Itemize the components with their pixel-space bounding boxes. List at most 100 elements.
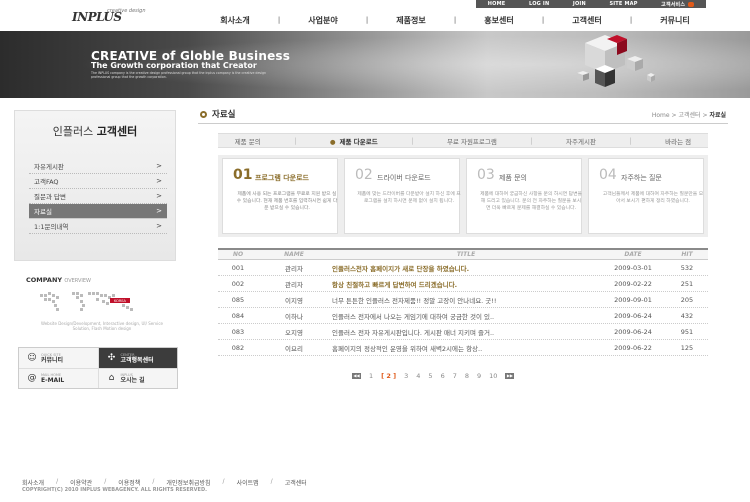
breadcrumb-home[interactable]: Home — [652, 112, 670, 119]
hero-banner: CREATIVE of Globle Business The Growth c… — [0, 31, 750, 98]
chevron-right-icon: > — [156, 162, 162, 170]
pagination: ◀◀ 1 [ 2 ] 3 4 5 6 7 8 9 10 ▶▶ — [352, 372, 515, 380]
quick-location-button[interactable]: ⌂ INPLUS 오시는 길 — [98, 368, 177, 388]
page-link[interactable]: 4 — [416, 372, 420, 380]
board-table: NO NAME TITLE DATE HIT 001 관리자 인플러스전자 홈페… — [218, 248, 708, 356]
gnb-separator: | — [541, 16, 545, 24]
card-product-inquiry[interactable]: 03 제품 문의 제품에 대하여 궁금하신 사항을 문의 하시면 답변을 해 드… — [466, 158, 582, 234]
download-cards: 01 프로그램 다운로드 제품에 사용 되는 프로그램을 무료로 지원 받으 실… — [218, 155, 708, 237]
lnb-item-free-board[interactable]: 자유게시판 > — [29, 159, 167, 174]
gnb-item-business[interactable]: 사업분야 — [293, 15, 353, 26]
svg-text:KOREA: KOREA — [114, 299, 127, 303]
tab-wishes[interactable]: 바라는 점 — [665, 136, 691, 146]
lnb-item-faq[interactable]: 고객FAQ > — [29, 174, 167, 189]
table-row[interactable]: 002 관리자 항상 친절하고 빠르게 답변하여 드리겠습니다. 2009-02… — [218, 276, 708, 292]
footer-link-company[interactable]: 회사소개 — [22, 478, 56, 487]
footer-link-sitemap[interactable]: 사이트맵 — [237, 478, 271, 487]
breadcrumb-current: 자료실 — [709, 112, 726, 119]
gnb-item-customer[interactable]: 고객센터 — [557, 15, 617, 26]
table-row[interactable]: 083 오지영 인플러스 전자 자유게시판입니다. 게시판 매너 지키며 즐거.… — [218, 324, 708, 340]
page-link[interactable]: 5 — [428, 372, 432, 380]
banner-subline: The Growth corporation that Creator — [91, 61, 257, 70]
join-link[interactable]: JOIN — [573, 1, 586, 7]
page-link[interactable]: 9 — [477, 372, 481, 380]
location-icon: ⌂ — [108, 373, 115, 384]
arrow-icon — [688, 1, 695, 7]
title-bullet-icon — [200, 110, 207, 118]
gnb-item-pr[interactable]: 홍보센터 — [469, 15, 529, 26]
gnb-item-company[interactable]: 회사소개 — [205, 15, 265, 26]
chevron-right-icon: > — [156, 207, 162, 215]
utility-bar: HOME LOG IN JOIN SITE MAP 고객서비스 — [476, 0, 706, 8]
next-page-icon[interactable]: ▶▶ — [505, 373, 515, 379]
gnb-separator: | — [453, 16, 457, 24]
card-program-download[interactable]: 01 프로그램 다운로드 제품에 사용 되는 프로그램을 무료로 지원 받으 실… — [222, 158, 338, 234]
company-overview: COMPANY OVERVIEW KOREA Website Design/De… — [26, 276, 176, 336]
banner-fine-print: The INPLUS company is the creative desig… — [91, 71, 266, 79]
divider — [198, 123, 728, 124]
footer-link-terms[interactable]: 이용약관 — [70, 478, 104, 487]
left-navigation: 인플러스 고객센터 자유게시판 > 고객FAQ > 질문과 답변 > 자료실 > 1:1… — [14, 110, 176, 261]
tab-product-inquiry[interactable]: 제품 문의 — [235, 136, 261, 146]
breadcrumb: Home > 고객센터 > 자료실 — [651, 112, 726, 119]
tab-board[interactable]: 자주게시판 — [566, 136, 596, 146]
table-row[interactable]: 084 이하나 인플러스 전자에서 나오는 게임기에 대하여 궁금한 것이 있.… — [218, 308, 708, 324]
quick-community-button[interactable]: ☺ QUICK SITE 커뮤니티 — [19, 348, 98, 368]
lnb-title: 인플러스 고객센터 — [52, 125, 138, 138]
copyright: COPYRIGHT(C) 2010 INPLUS WEBAGENCY. ALL … — [22, 487, 207, 493]
chevron-right-icon: > — [156, 192, 162, 200]
chevron-right-icon: > — [156, 177, 162, 185]
quick-center-button[interactable]: ✣ CENTER 고객행복센터 — [98, 348, 177, 368]
footer-link-policy[interactable]: 이용정책 — [118, 478, 152, 487]
email-icon: @ — [27, 373, 37, 384]
sub-tabs: 제품 문의 | 제품 다운로드 | 무료 자원프로그램 | 자주게시판 | 바라… — [218, 133, 708, 148]
page-link[interactable]: 10 — [489, 372, 497, 380]
tab-product-download[interactable]: 제품 다운로드 — [330, 136, 378, 146]
card-driver-download[interactable]: 02 드라이버 다운로드 제품에 맞는 드라이버를 다운받아 설치 하신 후에 … — [344, 158, 461, 234]
lnb-list: 자유게시판 > 고객FAQ > 질문과 답변 > 자료실 > 1:1문의내역 > — [29, 159, 167, 234]
gnb-separator: | — [365, 16, 369, 24]
main-navigation: 회사소개 | 사업분야 | 제품정보 | 홍보센터 | 고객센터 | 커뮤니티 — [205, 14, 725, 26]
table-row[interactable]: 082 이요리 홈페이지의 정상적인 운영을 위하여 새벽2시에는 항상.. 2… — [218, 340, 708, 356]
logo-brand: INPLUS — [72, 10, 122, 24]
quick-email-button[interactable]: @ MAIL HOME E-MAIL — [19, 368, 98, 388]
lnb-item-inquiry[interactable]: 1:1문의내역 > — [29, 219, 167, 234]
center-icon: ✣ — [107, 352, 116, 363]
community-icon: ☺ — [27, 352, 37, 363]
page-title: 자료실 — [200, 108, 235, 120]
breadcrumb-customer-center[interactable]: 고객센터 — [678, 112, 700, 119]
chevron-right-icon: > — [156, 222, 162, 230]
footer-links: 회사소개 / 이용약관 / 이용정책 / 개인정보취급방침 / 사이트맵 / 고객센터 — [22, 478, 319, 487]
card-faq[interactable]: 04 자주하는 질문 고객님들께서 제품에 대하여 자주하는 질문만을 모아서 … — [588, 158, 704, 234]
footer-link-privacy[interactable]: 개인정보취급방침 — [166, 478, 222, 487]
cubes-illustration — [577, 35, 655, 87]
company-fine-print: Website Design/Development, Interactive … — [41, 321, 163, 331]
page-link[interactable]: 1 — [369, 372, 373, 380]
table-row[interactable]: 001 관리자 인플러스전자 홈페이지가 새로 단장을 하였습니다. 2009-… — [218, 260, 708, 276]
page-link[interactable]: 3 — [404, 372, 408, 380]
sitemap-link[interactable]: SITE MAP — [609, 1, 637, 7]
world-map-icon: KOREA — [40, 292, 133, 311]
page-link[interactable]: 6 — [441, 372, 445, 380]
footer: 회사소개 / 이용약관 / 이용정책 / 개인정보취급방침 / 사이트맵 / 고객센터 C… — [0, 478, 750, 502]
gnb-item-community[interactable]: 커뮤니티 — [645, 15, 705, 26]
page-link[interactable]: 7 — [453, 372, 457, 380]
quick-menu: ☺ QUICK SITE 커뮤니티 ✣ CENTER 고객행복센터 @ MAIL H… — [18, 347, 178, 389]
lnb-item-qna[interactable]: 질문과 답변 > — [29, 189, 167, 204]
tab-free-programs[interactable]: 무료 자원프로그램 — [447, 136, 497, 146]
login-link[interactable]: LOG IN — [529, 1, 549, 7]
prev-page-icon[interactable]: ◀◀ — [352, 373, 361, 379]
table-row[interactable]: 085 이지영 너무 튼튼한 인플러스 전자제품!! 정말 고장이 안나네요. … — [218, 292, 708, 308]
company-overview-title: COMPANY OVERVIEW — [26, 276, 92, 284]
footer-link-customer[interactable]: 고객센터 — [285, 478, 319, 487]
page-current[interactable]: [ 2 ] — [381, 372, 396, 380]
gnb-separator: | — [277, 16, 281, 24]
page-link[interactable]: 8 — [465, 372, 469, 380]
gnb-separator: | — [629, 16, 633, 24]
lnb-item-archive[interactable]: 자료실 > — [29, 204, 167, 219]
customer-service-link[interactable]: 고객서비스 — [661, 1, 695, 8]
logo[interactable]: creative design INPLUS — [72, 8, 152, 24]
gnb-item-products[interactable]: 제품정보 — [381, 15, 441, 26]
table-header: NO NAME TITLE DATE HIT — [218, 248, 708, 260]
home-link[interactable]: HOME — [488, 1, 506, 7]
